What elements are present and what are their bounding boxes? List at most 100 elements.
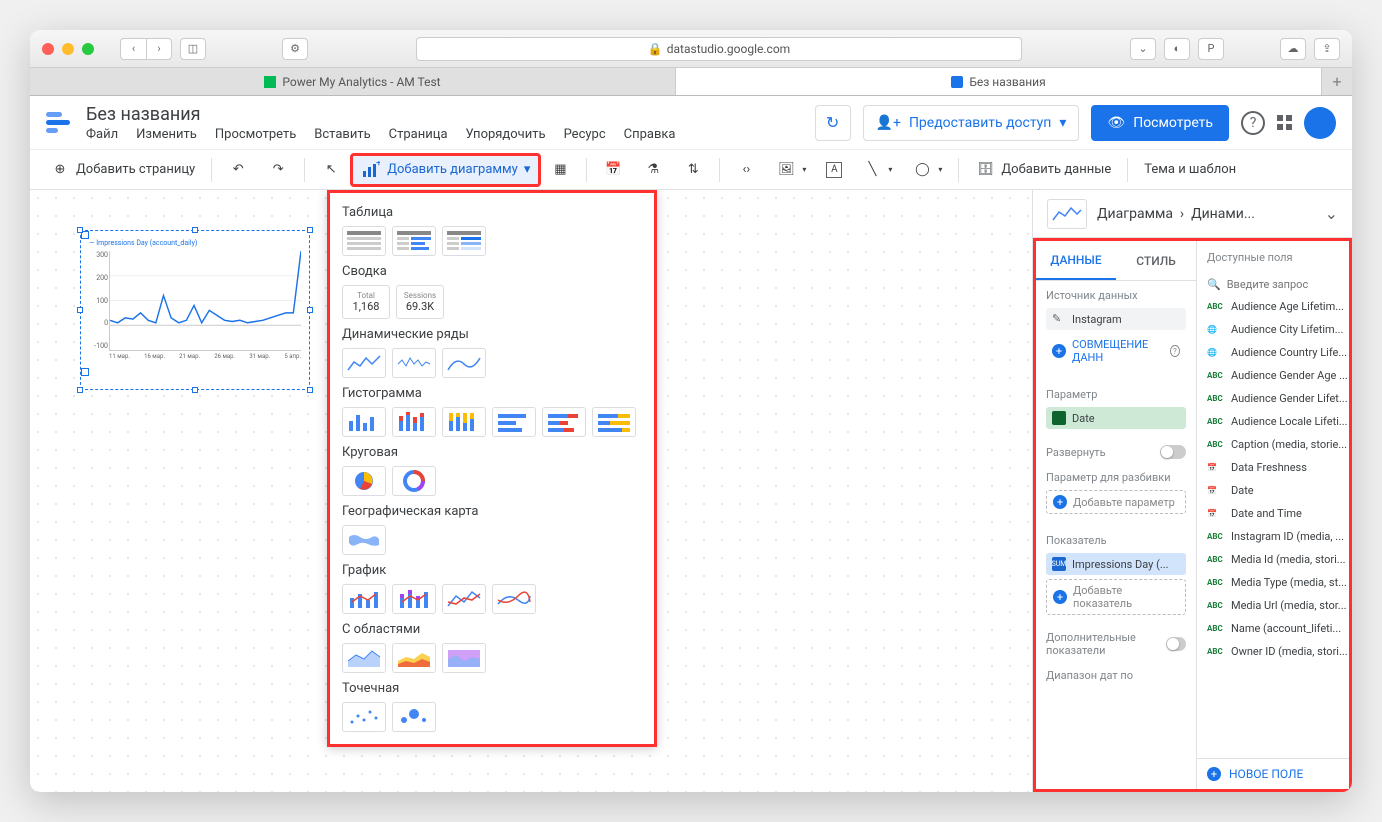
field-item[interactable]: ABCInstagram ID (media, ... bbox=[1197, 525, 1349, 548]
document-title[interactable]: Без названия bbox=[86, 104, 815, 125]
image-button[interactable]: 🖼▾ bbox=[768, 156, 814, 184]
chart-type-donut[interactable] bbox=[392, 466, 436, 496]
blend-data-button[interactable]: +СОВМЕЩЕНИЕ ДАНН? bbox=[1046, 334, 1186, 368]
metric-chip[interactable]: SUMImpressions Day (... bbox=[1046, 553, 1186, 575]
maximize-window-icon[interactable] bbox=[82, 43, 94, 55]
chart-type-area-100[interactable] bbox=[442, 643, 486, 673]
chart-type-area[interactable] bbox=[342, 643, 386, 673]
download-icon[interactable]: ☁ bbox=[1280, 38, 1306, 60]
menu-file[interactable]: Файл bbox=[86, 127, 118, 142]
chart-type-bar-h-stacked[interactable] bbox=[542, 407, 586, 437]
search-input[interactable] bbox=[1227, 278, 1349, 291]
field-item[interactable]: ABCOwner ID (media, stori... bbox=[1197, 640, 1349, 663]
pocket-icon[interactable]: ⌄ bbox=[1130, 38, 1156, 60]
chart-type-combo[interactable] bbox=[342, 584, 386, 614]
optional-metrics-toggle[interactable] bbox=[1166, 637, 1186, 651]
chevron-down-icon[interactable]: ⌄ bbox=[1325, 204, 1338, 223]
add-data-button[interactable]: 🗄 Добавить данные bbox=[967, 156, 1119, 184]
canvas[interactable]: — Impressions Day (account_daily) 300 20… bbox=[30, 190, 1032, 792]
field-item[interactable]: 📅Date and Time bbox=[1197, 502, 1349, 525]
data-source-chip[interactable]: ✎Instagram bbox=[1046, 308, 1186, 330]
chart-type-bar-100[interactable] bbox=[442, 407, 486, 437]
chart-type-timeseries[interactable] bbox=[342, 348, 386, 378]
chart-type-bar-vertical[interactable] bbox=[342, 407, 386, 437]
field-item[interactable]: ABCName (account_lifeti... bbox=[1197, 617, 1349, 640]
user-avatar[interactable] bbox=[1304, 107, 1336, 139]
expand-toggle[interactable] bbox=[1160, 445, 1186, 459]
chart-type-table[interactable] bbox=[342, 226, 386, 256]
forward-button[interactable]: › bbox=[146, 38, 172, 60]
browser-tab[interactable]: Без названия bbox=[676, 68, 1322, 95]
theme-button[interactable]: Тема и шаблон bbox=[1136, 158, 1244, 181]
chart-type-line-smooth[interactable] bbox=[492, 584, 536, 614]
menu-arrange[interactable]: Упорядочить bbox=[466, 127, 546, 142]
text-button[interactable]: A bbox=[818, 158, 850, 182]
pointer-tool[interactable]: ↖ bbox=[313, 156, 349, 184]
tab-data[interactable]: ДАННЫЕ bbox=[1036, 241, 1116, 280]
chart-on-canvas[interactable]: — Impressions Day (account_daily) 300 20… bbox=[80, 230, 310, 390]
tab-style[interactable]: СТИЛЬ bbox=[1116, 241, 1196, 280]
field-item[interactable]: 🌐Audience Country Life... bbox=[1197, 341, 1349, 364]
shape-button[interactable]: ◯▾ bbox=[904, 156, 950, 184]
chart-type-bar-h-100[interactable] bbox=[592, 407, 636, 437]
line-button[interactable]: ╲▾ bbox=[854, 156, 900, 184]
chart-type-scatter[interactable] bbox=[342, 702, 386, 732]
field-item[interactable]: ABCAudience Locale Lifeti... bbox=[1197, 410, 1349, 433]
field-item[interactable]: ABCCaption (media, storie... bbox=[1197, 433, 1349, 456]
chart-type-combo-stacked[interactable] bbox=[392, 584, 436, 614]
extension-icon-1[interactable]: ◐ bbox=[1164, 38, 1190, 60]
new-tab-button[interactable]: + bbox=[1322, 68, 1352, 95]
apps-icon[interactable] bbox=[1277, 115, 1292, 130]
field-item[interactable]: ABCAudience Age Lifetim... bbox=[1197, 295, 1349, 318]
date-range-button[interactable]: 📅 bbox=[595, 156, 631, 184]
chart-type-line[interactable] bbox=[442, 584, 486, 614]
field-item[interactable]: ABCMedia Id (media, stori... bbox=[1197, 548, 1349, 571]
view-button[interactable]: 👁 Посмотреть bbox=[1091, 105, 1229, 141]
back-button[interactable]: ‹ bbox=[120, 38, 146, 60]
field-search[interactable]: 🔍 bbox=[1197, 274, 1349, 295]
dimension-chip[interactable]: Date bbox=[1046, 407, 1186, 429]
menu-page[interactable]: Страница bbox=[389, 127, 448, 142]
new-field-button[interactable]: + НОВОЕ ПОЛЕ bbox=[1197, 758, 1349, 789]
chart-type-bar-stacked[interactable] bbox=[392, 407, 436, 437]
selected-chart-type-icon[interactable] bbox=[1047, 199, 1087, 229]
pinterest-icon[interactable]: P bbox=[1198, 38, 1224, 60]
chart-type-scorecard[interactable]: Total1,168 bbox=[342, 285, 390, 319]
help-icon[interactable]: ? bbox=[1241, 111, 1265, 135]
add-breakdown-dimension[interactable]: +Добавьте параметр bbox=[1046, 490, 1186, 514]
field-item[interactable]: ABCAudience Gender Lifet... bbox=[1197, 387, 1349, 410]
data-control-button[interactable]: ⇅ bbox=[675, 156, 711, 184]
sidebar-toggle[interactable]: ◫ bbox=[180, 38, 206, 60]
browser-tab[interactable]: Power My Analytics - AM Test bbox=[30, 68, 676, 95]
refresh-button[interactable]: ↻ bbox=[815, 105, 851, 141]
chart-type-geomap[interactable] bbox=[342, 525, 386, 555]
chart-type-sparkline[interactable] bbox=[392, 348, 436, 378]
menu-insert[interactable]: Вставить bbox=[314, 127, 370, 142]
field-item[interactable]: ABCMedia Url (media, stor... bbox=[1197, 594, 1349, 617]
minimize-window-icon[interactable] bbox=[62, 43, 74, 55]
field-item[interactable]: 📅Date bbox=[1197, 479, 1349, 502]
chart-type-bubble[interactable] bbox=[392, 702, 436, 732]
close-window-icon[interactable] bbox=[42, 43, 54, 55]
undo-button[interactable]: ↶ bbox=[220, 156, 256, 184]
filter-control-button[interactable]: ⚗ bbox=[635, 156, 671, 184]
add-metric[interactable]: +Добавьте показатель bbox=[1046, 579, 1186, 615]
chart-type-table-bars[interactable] bbox=[392, 226, 436, 256]
field-item[interactable]: 📅Data Freshness bbox=[1197, 456, 1349, 479]
settings-icon[interactable]: ⚙ bbox=[282, 38, 308, 60]
chart-type-bar-horizontal[interactable] bbox=[492, 407, 536, 437]
chart-type-scorecard-compact[interactable]: Sessions69.3K bbox=[396, 285, 444, 319]
field-item[interactable]: 🌐Audience City Lifetim... bbox=[1197, 318, 1349, 341]
chart-type-pie[interactable] bbox=[342, 466, 386, 496]
chart-type-timeseries-smooth[interactable] bbox=[442, 348, 486, 378]
menu-view[interactable]: Просмотреть bbox=[215, 127, 296, 142]
add-chart-button[interactable]: + Добавить диаграмму ▾ bbox=[350, 153, 541, 187]
url-embed-button[interactable]: ‹› bbox=[728, 156, 764, 184]
community-viz-button[interactable]: ▦ bbox=[542, 156, 578, 184]
menu-help[interactable]: Справка bbox=[624, 127, 676, 142]
chart-type-area-stacked[interactable] bbox=[392, 643, 436, 673]
redo-button[interactable]: ↷ bbox=[260, 156, 296, 184]
field-item[interactable]: ABCAudience Gender Age ... bbox=[1197, 364, 1349, 387]
chart-type-table-heatmap[interactable] bbox=[442, 226, 486, 256]
menu-edit[interactable]: Изменить bbox=[136, 127, 197, 142]
